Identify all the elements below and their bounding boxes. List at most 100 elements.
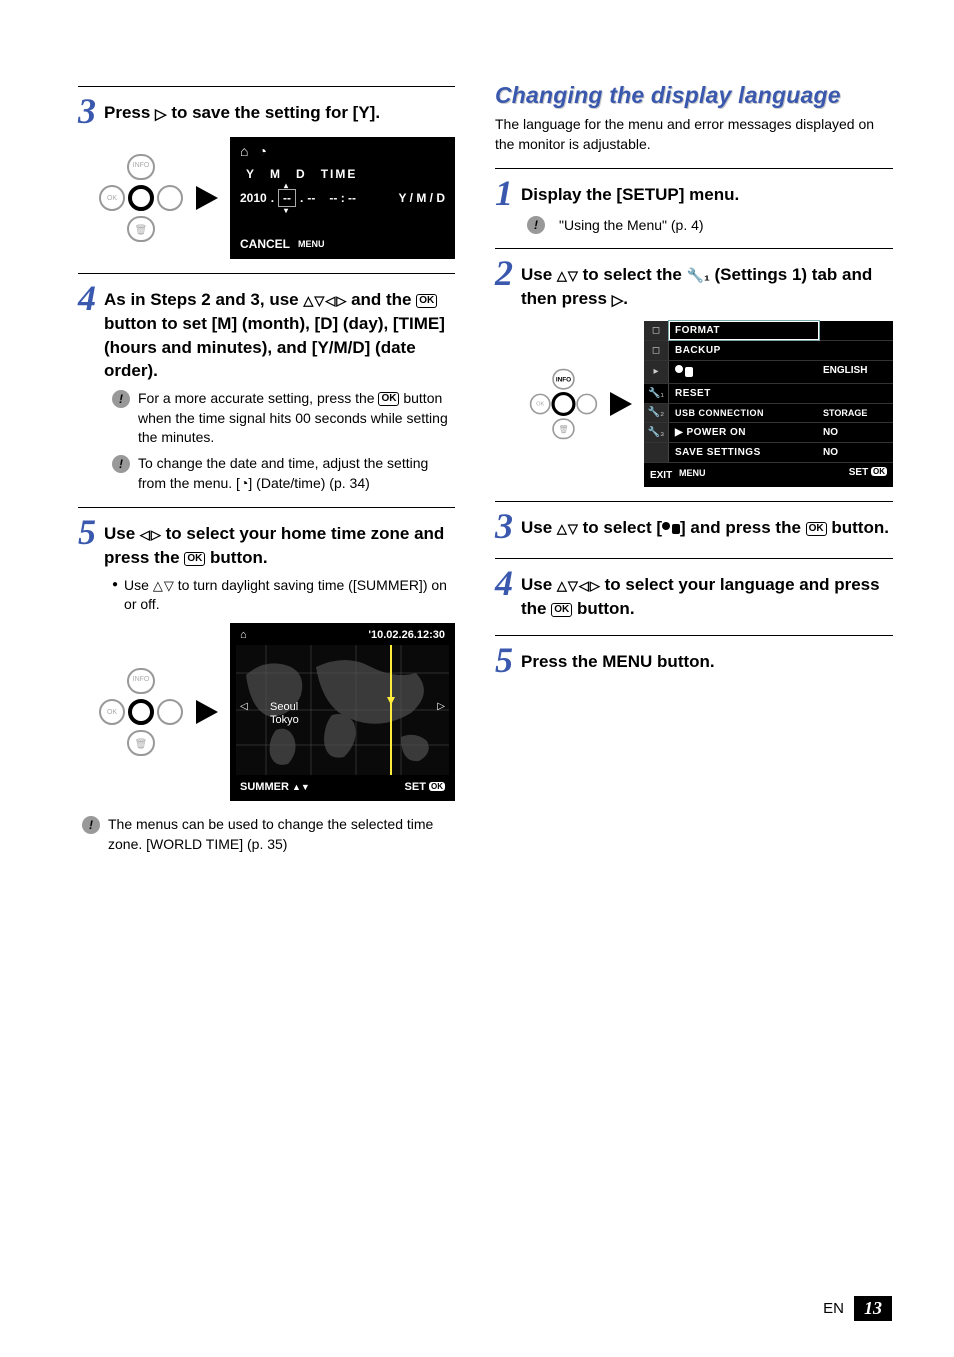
- step-number: 2: [495, 255, 513, 291]
- intro-text: The language for the menu and error mess…: [495, 115, 893, 154]
- page-number: 13: [854, 1296, 892, 1321]
- tab-settings3-icon: 🔧₃: [644, 423, 669, 442]
- menu-pill: MENU: [294, 238, 329, 250]
- ok-small-icon: OK: [871, 467, 887, 476]
- right-triangle-icon: [612, 290, 624, 311]
- hdr-y: Y: [246, 167, 256, 181]
- step3-text-a: Press: [104, 103, 155, 122]
- svg-text:INFO: INFO: [133, 676, 150, 683]
- arrow-right-icon: [610, 392, 632, 416]
- svg-text:INFO: INFO: [556, 377, 571, 384]
- step-number: 5: [495, 642, 513, 678]
- ud-icon: [557, 522, 578, 535]
- clock-icon: ◔: [258, 143, 266, 159]
- left-scroll-icon: ◁: [240, 701, 248, 712]
- dpad-icon: INFO OK 🗑: [98, 153, 184, 243]
- step-2-right: 2 Use to select the 🔧₁ (Settings 1) tab …: [495, 255, 893, 311]
- step-4-right: 4 Use to select your language and press …: [495, 565, 893, 621]
- menu-poweron: ▶ POWER ON: [669, 423, 819, 442]
- step-number: 4: [78, 280, 96, 316]
- right-column: Changing the display language The langua…: [495, 78, 893, 860]
- svg-text:OK: OK: [536, 402, 544, 408]
- svg-text:🗑: 🗑: [135, 224, 148, 236]
- lr-icon: [140, 528, 161, 541]
- lcd-setup-menu: ◻ FORMAT ◻ BACKUP ▸ ENGLISH: [644, 321, 893, 487]
- hdr-d: D: [296, 167, 307, 181]
- ud-icon: [153, 579, 174, 592]
- step-number: 3: [78, 93, 96, 129]
- ok-icon: OK: [416, 294, 437, 308]
- city1: Seoul: [270, 701, 299, 714]
- val-time: -- : --: [329, 191, 356, 205]
- tab-settings2-icon: 🔧₂: [644, 404, 669, 422]
- step-number: 1: [495, 175, 513, 211]
- step-5-left: 5 Use to select your home time zone and …: [78, 514, 455, 570]
- tab-play-icon: ▸: [644, 361, 669, 383]
- menu-language: [669, 361, 819, 383]
- s4-a: As in Steps 2 and 3, use: [104, 290, 303, 309]
- step-number: 3: [495, 508, 513, 544]
- val-month-selected: --: [278, 189, 296, 207]
- step-number: 5: [78, 514, 96, 550]
- summer-label: SUMMER: [240, 781, 289, 793]
- bullet-summer: ● Use to turn daylight saving time ([SUM…: [112, 576, 455, 615]
- page: 3 Press to save the setting for [Y].: [0, 0, 954, 1357]
- tab-video-icon: ◻: [644, 341, 669, 360]
- note-icon: !: [82, 816, 100, 834]
- svg-text:OK: OK: [107, 195, 117, 202]
- page-footer: EN 13: [823, 1296, 892, 1321]
- note-icon: !: [112, 390, 130, 408]
- menu-word: MENU: [602, 652, 652, 671]
- lcd-datetime: '10.02.26.12:30: [368, 629, 445, 641]
- val-order: Y / M / D: [399, 191, 445, 205]
- step-4-left: 4 As in Steps 2 and 3, use and the OK bu…: [78, 280, 455, 383]
- step-1-right: 1 Display the [SETUP] menu.: [495, 175, 893, 211]
- menu-pill: MENU: [675, 467, 710, 479]
- lcd-worldtime: ⌂ '10.02.26.12:30: [230, 623, 455, 801]
- svg-text:🗑: 🗑: [135, 738, 148, 750]
- udlr-icon: [557, 579, 600, 592]
- home-icon: ⌂: [240, 629, 247, 641]
- menu-backup: BACKUP: [669, 341, 819, 360]
- ud-small-icon: ▲▼: [292, 782, 310, 792]
- exit-label: EXIT: [650, 470, 672, 481]
- ok-small-icon: OK: [429, 782, 445, 791]
- note-change-dt: ! To change the date and time, adjust th…: [112, 454, 455, 493]
- menu-format: FORMAT: [669, 321, 819, 340]
- ok-icon: OK: [806, 522, 827, 536]
- menu-savesettings: SAVE SETTINGS: [669, 443, 819, 462]
- hdr-time: TIME: [321, 167, 358, 181]
- world-map: ◁ ▷ Seoul Tokyo: [236, 645, 449, 775]
- wrench-icon: 🔧₁: [687, 267, 710, 283]
- svg-text:🗑: 🗑: [558, 425, 568, 434]
- svg-text:INFO: INFO: [133, 162, 150, 169]
- svg-text:OK: OK: [107, 709, 117, 716]
- right-scroll-icon: ▷: [437, 701, 445, 712]
- left-column: 3 Press to save the setting for [Y].: [78, 78, 455, 860]
- menu-usb: USB CONNECTION: [669, 404, 819, 422]
- ud-icon: [557, 269, 578, 282]
- right-triangle-icon: [155, 104, 167, 125]
- udlr-icon: [303, 294, 346, 307]
- s4-c: button to set [M] (month), [D] (day), [T…: [104, 314, 445, 381]
- ok-icon: OK: [551, 603, 572, 617]
- section-heading: Changing the display language: [495, 82, 893, 109]
- dpad-icon: INFO OK 🗑: [98, 667, 184, 757]
- sub-using-menu: ! "Using the Menu" (p. 4): [527, 215, 893, 234]
- step-3-left: 3 Press to save the setting for [Y].: [78, 93, 455, 129]
- menu-reset: RESET: [669, 384, 819, 403]
- lcd-datetime: ⌂ ◔ Y M D TIME 2010: [230, 137, 455, 259]
- set-label: SET: [405, 781, 426, 793]
- step-5-right: 5 Press the MENU button.: [495, 642, 893, 678]
- dpad-icon: INFO OK 🗑: [529, 366, 598, 442]
- language-icon: [662, 522, 680, 534]
- ok-icon: OK: [184, 552, 205, 566]
- dpad-lcd-figure-1: INFO OK 🗑 ⌂ ◔ Y: [98, 137, 455, 259]
- lang-code: EN: [823, 1300, 844, 1317]
- cancel-label: CANCEL: [240, 237, 290, 251]
- step-number: 4: [495, 565, 513, 601]
- tab-camera-icon: ◻: [644, 321, 669, 340]
- tab-settings1-icon: 🔧₁: [644, 384, 669, 403]
- hdr-m: M: [270, 167, 282, 181]
- set-label: SET: [849, 467, 868, 478]
